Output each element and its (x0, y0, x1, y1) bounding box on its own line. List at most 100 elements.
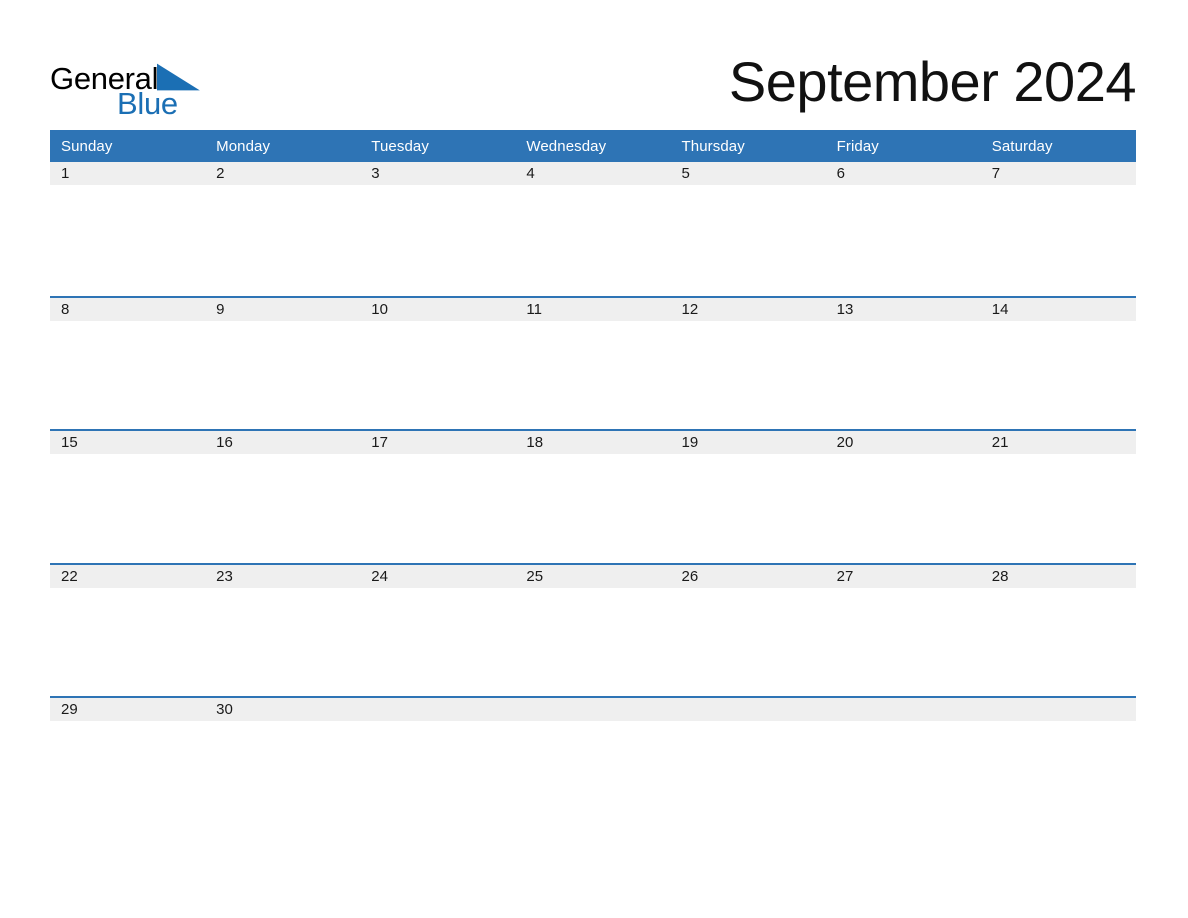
week-event-band (50, 587, 1136, 696)
week-date-band: 8 9 10 11 12 13 14 (50, 297, 1136, 321)
date-number[interactable]: 5 (671, 162, 826, 185)
date-number[interactable]: 7 (981, 162, 1136, 185)
day-event-area[interactable] (825, 454, 981, 563)
date-number[interactable]: 20 (826, 431, 981, 454)
day-event-area[interactable] (360, 454, 516, 563)
day-event-area[interactable] (980, 320, 1136, 429)
date-cell-empty (826, 698, 981, 721)
day-event-area[interactable] (980, 454, 1136, 563)
day-event-area-empty (515, 721, 671, 830)
day-event-area[interactable] (670, 320, 826, 429)
day-event-area[interactable] (205, 454, 361, 563)
calendar-page: General Blue September 2024 Sunday Monda… (0, 0, 1188, 918)
weekday-header-friday: Friday (836, 137, 879, 155)
date-number[interactable]: 21 (981, 431, 1136, 454)
week-event-band (50, 320, 1136, 429)
week-event-band (50, 454, 1136, 563)
weekday-header-monday: Monday (216, 137, 271, 155)
date-number[interactable]: 10 (360, 298, 515, 321)
day-event-area[interactable] (205, 320, 361, 429)
date-cell-empty (515, 698, 670, 721)
day-event-area[interactable] (205, 721, 361, 830)
day-event-area[interactable] (670, 454, 826, 563)
date-number[interactable]: 4 (515, 162, 670, 185)
date-number[interactable]: 28 (981, 565, 1136, 588)
week-event-band (50, 185, 1136, 294)
day-event-area[interactable] (515, 185, 671, 294)
weekday-header-saturday: Saturday (991, 137, 1053, 155)
day-event-area[interactable] (205, 185, 361, 294)
week-row: 15 16 17 18 19 20 21 (50, 429, 1136, 563)
day-event-area[interactable] (50, 454, 206, 563)
day-event-area[interactable] (360, 587, 516, 696)
day-event-area[interactable] (980, 185, 1136, 294)
date-number[interactable]: 14 (981, 298, 1136, 321)
general-blue-logo[interactable]: General Blue (50, 60, 200, 120)
date-number[interactable]: 25 (515, 565, 670, 588)
week-date-band: 29 30 (50, 698, 1136, 721)
date-number[interactable]: 2 (205, 162, 360, 185)
date-cell-empty (360, 698, 515, 721)
date-number[interactable]: 17 (360, 431, 515, 454)
week-date-band: 22 23 24 25 26 27 28 (50, 564, 1136, 588)
day-event-area[interactable] (825, 320, 981, 429)
day-event-area[interactable] (515, 320, 671, 429)
date-number[interactable]: 22 (50, 565, 205, 588)
date-number[interactable]: 27 (826, 565, 981, 588)
week-row: 8 9 10 11 12 13 14 (50, 295, 1136, 429)
weekday-header-tuesday: Tuesday (371, 137, 429, 155)
day-event-area[interactable] (360, 185, 516, 294)
day-event-area-empty (825, 721, 981, 830)
week-row: 1 2 3 4 5 6 7 (50, 162, 1136, 296)
date-number[interactable]: 23 (205, 565, 360, 588)
date-number[interactable]: 13 (826, 298, 981, 321)
day-event-area[interactable] (980, 587, 1136, 696)
date-number[interactable]: 24 (360, 565, 515, 588)
date-number[interactable]: 18 (515, 431, 670, 454)
date-number[interactable]: 8 (50, 298, 205, 321)
day-event-area[interactable] (670, 587, 826, 696)
week-date-band: 15 16 17 18 19 20 21 (50, 431, 1136, 454)
day-event-area-empty (670, 721, 826, 830)
weekday-header-thursday: Thursday (681, 137, 745, 155)
day-event-area[interactable] (515, 454, 671, 563)
day-event-area[interactable] (205, 587, 361, 696)
logo-word-blue: Blue (117, 86, 178, 121)
calendar-grid: Sunday Monday Tuesday Wednesday Thursday… (50, 130, 1136, 830)
date-number[interactable]: 16 (205, 431, 360, 454)
day-event-area[interactable] (825, 185, 981, 294)
date-number[interactable]: 3 (360, 162, 515, 185)
date-number[interactable]: 1 (50, 162, 205, 185)
week-row: 22 23 24 25 26 27 28 (50, 562, 1136, 696)
logo-bottom-row: Blue (50, 88, 200, 120)
day-event-area[interactable] (50, 320, 206, 429)
date-number[interactable]: 6 (826, 162, 981, 185)
day-event-area[interactable] (50, 185, 206, 294)
week-date-band: 1 2 3 4 5 6 7 (50, 162, 1136, 185)
date-number[interactable]: 29 (50, 698, 205, 721)
page-header: General Blue September 2024 (0, 0, 1188, 130)
day-event-area-empty (980, 721, 1136, 830)
day-event-area[interactable] (670, 185, 826, 294)
day-event-area-empty (360, 721, 516, 830)
weekday-header-wednesday: Wednesday (526, 137, 607, 155)
date-number[interactable]: 19 (671, 431, 826, 454)
date-number[interactable]: 26 (671, 565, 826, 588)
day-event-area[interactable] (825, 587, 981, 696)
week-event-band (50, 721, 1136, 830)
weekday-header-sunday: Sunday (61, 137, 113, 155)
day-event-area[interactable] (360, 320, 516, 429)
date-number[interactable]: 15 (50, 431, 205, 454)
day-event-area[interactable] (50, 587, 206, 696)
date-number[interactable]: 9 (205, 298, 360, 321)
date-cell-empty (671, 698, 826, 721)
weekday-header-row: Sunday Monday Tuesday Wednesday Thursday… (50, 130, 1136, 162)
day-event-area[interactable] (515, 587, 671, 696)
day-event-area[interactable] (50, 721, 206, 830)
date-number[interactable]: 12 (671, 298, 826, 321)
date-number[interactable]: 11 (515, 298, 670, 321)
date-cell-empty (981, 698, 1136, 721)
week-row: 29 30 (50, 696, 1136, 830)
date-number[interactable]: 30 (205, 698, 360, 721)
page-title: September 2024 (728, 50, 1137, 113)
